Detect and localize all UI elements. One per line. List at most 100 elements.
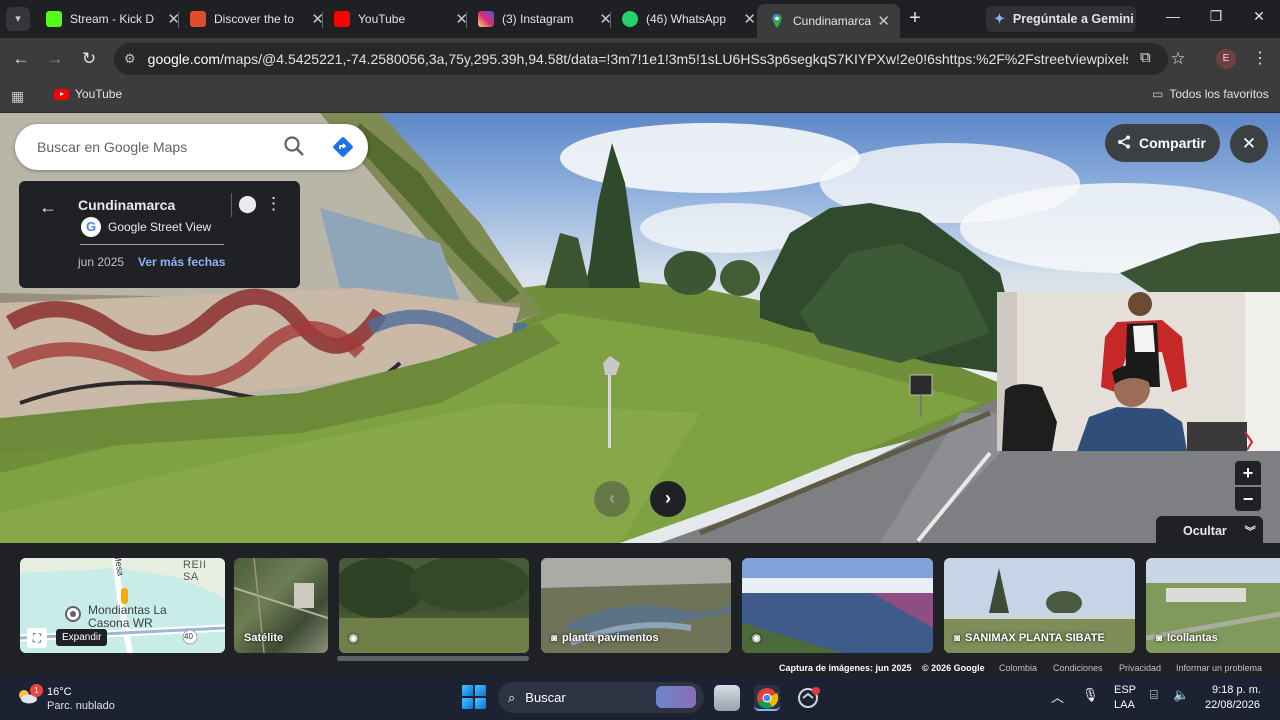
cast-icon[interactable]: ⧉ <box>1140 49 1151 66</box>
task-view-icon[interactable] <box>714 685 740 711</box>
footer-report-link[interactable]: Informar un problema <box>1176 663 1262 673</box>
url-text[interactable]: google.com/maps/@4.5425221,-74.2580056,3… <box>148 51 1128 67</box>
clock-date[interactable]: 22/08/2026 <box>1205 699 1260 711</box>
tab-maps-active[interactable]: Cundinamarca ✕ <box>757 4 900 38</box>
footer-capture: Captura de imágenes: jun 2025 <box>779 663 912 673</box>
tab-kick[interactable]: Stream - Kick D ✕ <box>34 4 190 34</box>
clock-time[interactable]: 9:18 p. m. <box>1212 684 1261 696</box>
profile-avatar[interactable]: E <box>1216 49 1236 69</box>
weather-widget[interactable]: 1 16°C Parc. nublado <box>16 684 136 714</box>
back-icon[interactable]: ← <box>9 47 33 71</box>
close-tab-icon[interactable]: ✕ <box>877 12 890 30</box>
language-bottom[interactable]: LAA <box>1114 699 1135 711</box>
youtube-icon <box>334 11 350 27</box>
search-icon[interactable] <box>283 135 305 157</box>
folder-icon: ▭ <box>1152 87 1164 101</box>
provider-row: Google Street View <box>81 217 211 237</box>
hide-strip-button[interactable]: Ocultar ︾ <box>1156 516 1263 543</box>
previous-frame-arrow[interactable]: ‹ <box>594 481 630 517</box>
gemini-icon: ✦ <box>994 11 1005 26</box>
windows-taskbar: 1 16°C Parc. nublado ⌕ Buscar ︿ 🎙 ESP LA… <box>0 675 1280 720</box>
site-info-icon[interactable]: ⚙ <box>124 51 136 67</box>
tab-discover[interactable]: Discover the to ✕ <box>178 4 334 34</box>
volume-icon[interactable]: 🔈 <box>1173 687 1189 703</box>
thumbnail-label: Satélite <box>244 632 284 644</box>
all-bookmarks-button[interactable]: ▭ Todos los favoritos <box>1152 87 1269 101</box>
photo-thumbnail-trees[interactable]: ◉ <box>339 558 529 653</box>
language-top[interactable]: ESP <box>1114 684 1136 696</box>
whatsapp-icon <box>622 11 638 27</box>
footer-privacy-link[interactable]: Privacidad <box>1119 663 1161 673</box>
zoom-in-button[interactable]: + <box>1235 461 1261 485</box>
microphone-icon[interactable]: 🎙 <box>1082 687 1099 703</box>
app-taskbar-icon[interactable] <box>796 685 822 711</box>
photo-thumbnail-reservoir[interactable]: ◉ <box>742 558 933 653</box>
reservoir-graphic <box>742 558 933 653</box>
provider-label: Google Street View <box>108 220 212 234</box>
photo-thumbnail-sanimax[interactable]: ◙ SANIMAX PLANTA SIBATE <box>944 558 1135 653</box>
strip-scrollbar[interactable] <box>337 656 529 661</box>
gemini-button[interactable]: ✦ Pregúntale a Gemini <box>986 6 1136 32</box>
next-frame-arrow[interactable]: › <box>650 481 686 517</box>
minimap[interactable]: Mesa REII SA Mondiantas La Casona WR 40 … <box>20 558 225 653</box>
footer-terms-link[interactable]: Condiciones <box>1053 663 1103 673</box>
chrome-taskbar-icon[interactable] <box>754 685 780 711</box>
tab-whatsapp[interactable]: (46) WhatsApp ✕ <box>610 4 766 34</box>
satellite-thumbnail[interactable]: Satélite <box>234 558 328 653</box>
window-close-icon[interactable]: ✕ <box>1247 8 1271 25</box>
maps-search-input[interactable] <box>37 136 277 158</box>
weather-badge: 1 <box>30 684 43 697</box>
network-icon[interactable]: ⌸ <box>1150 687 1158 703</box>
directions-icon[interactable] <box>332 136 354 158</box>
bookmark-youtube[interactable]: YouTube <box>54 87 122 101</box>
close-tab-icon[interactable]: ✕ <box>743 10 756 28</box>
footer-country[interactable]: Colombia <box>999 663 1037 673</box>
forward-icon[interactable]: → <box>43 47 67 71</box>
google-logo-icon <box>81 217 101 237</box>
minimize-icon[interactable]: — <box>1161 8 1185 24</box>
trees-graphic <box>339 558 529 653</box>
kick-icon <box>46 11 62 27</box>
close-street-view-icon[interactable]: ✕ <box>1230 125 1268 163</box>
thumbnail-label: ◙ Icollantas <box>1156 632 1218 644</box>
windows-start-icon[interactable] <box>462 685 486 709</box>
minimap-route-label: 40 <box>184 632 193 641</box>
new-tab-button[interactable]: + <box>904 6 926 30</box>
double-chevron-down-icon: ︾ <box>1244 526 1256 538</box>
back-arrow-icon[interactable]: ← <box>39 197 57 218</box>
bookmark-star-icon[interactable]: ☆ <box>1166 47 1190 71</box>
photo-thumbnail-icollantas[interactable]: ◙ Icollantas <box>1146 558 1280 653</box>
share-label: Compartir <box>1139 135 1206 151</box>
tab-title: YouTube <box>358 12 406 26</box>
tab-youtube[interactable]: YouTube ✕ <box>322 4 478 34</box>
camera-icon: ◙ <box>954 632 961 644</box>
weather-desc: Parc. nublado <box>47 700 115 712</box>
zoom-out-button[interactable]: − <box>1235 487 1261 511</box>
maps-search-box[interactable] <box>15 124 368 170</box>
tab-instagram[interactable]: (3) Instagram ✕ <box>466 4 622 34</box>
taskbar-search-label: Buscar <box>525 690 566 705</box>
share-button[interactable]: Compartir <box>1105 124 1220 162</box>
photo-thumbnail-planta-pavimentos[interactable]: ◙ planta pavimentos <box>541 558 731 653</box>
restore-icon[interactable]: ❐ <box>1204 8 1228 25</box>
taskbar-search[interactable]: ⌕ Buscar <box>498 682 704 713</box>
fullscreen-icon[interactable]: ⛶ <box>27 628 47 648</box>
tray-expand-icon[interactable]: ︿ <box>1051 687 1064 706</box>
street-view-panorama[interactable]: ← Cundinamarca ⬤ ⋮ Google Street View ju… <box>0 113 1280 543</box>
hide-label: Ocultar <box>1183 524 1227 538</box>
location-pin-icon[interactable]: ⬤ <box>238 194 257 214</box>
browser-menu-icon[interactable]: ⋮ <box>1252 48 1268 68</box>
more-options-icon[interactable]: ⋮ <box>265 194 282 214</box>
tab-search-button[interactable]: ▾ <box>6 7 30 31</box>
apps-grid-icon[interactable]: ▦ <box>11 88 24 105</box>
maps-icon <box>769 13 785 29</box>
capture-date: jun 2025 <box>78 255 125 269</box>
more-dates-link[interactable]: Ver más fechas <box>138 255 225 269</box>
bridge-wall <box>0 113 560 453</box>
omnibox[interactable]: ⚙ google.com/maps/@4.5425221,-74.2580056… <box>114 43 1168 75</box>
reload-icon[interactable]: ↻ <box>77 47 101 71</box>
search-highlight-icon <box>656 686 696 708</box>
bookmarks-bar: ▦ YouTube ▭ Todos los favoritos <box>0 80 1280 113</box>
maps-footer: Captura de imágenes: jun 2025 © 2026 Goo… <box>0 662 1280 675</box>
photo-strip: Mesa REII SA Mondiantas La Casona WR 40 … <box>0 543 1280 675</box>
